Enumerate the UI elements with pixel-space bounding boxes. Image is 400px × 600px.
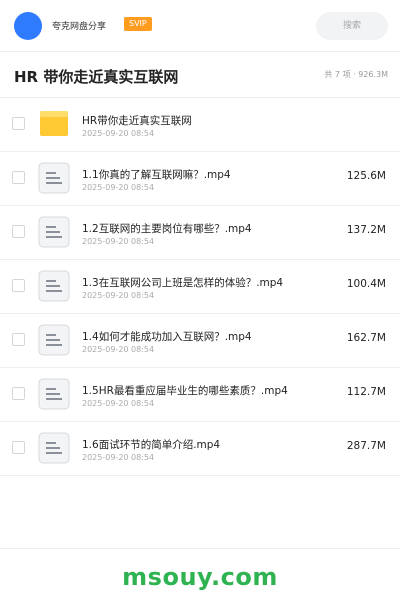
document-icon: [38, 432, 70, 464]
file-size: 125.6M: [346, 170, 386, 182]
file-size: 137.2M: [346, 224, 386, 236]
file-size: 162.7M: [346, 332, 386, 344]
document-icon: [38, 162, 70, 194]
row-checkbox[interactable]: [12, 441, 25, 454]
file-date: 2025-09-20 08:54: [82, 237, 155, 246]
file-row[interactable]: 1.1你真的了解互联网嘛？.mp4 2025-09-20 08:54 125.6…: [0, 152, 400, 206]
file-date: 2025-09-20 08:54: [82, 183, 155, 192]
watermark: msouy.com: [122, 563, 278, 591]
document-icon: [38, 216, 70, 248]
file-row[interactable]: 1.2互联网的主要岗位有哪些？.mp4 2025-09-20 08:54 137…: [0, 206, 400, 260]
file-date: 2025-09-20 08:54: [82, 399, 155, 408]
document-icon: [38, 270, 70, 302]
file-name: 1.6面试环节的简单介绍.mp4: [82, 439, 221, 451]
file-row[interactable]: 1.5HR最看重应届毕业生的哪些素质？.mp4 2025-09-20 08:54…: [0, 368, 400, 422]
row-checkbox[interactable]: [12, 279, 25, 292]
file-date: 2025-09-20 08:54: [82, 291, 155, 300]
file-row-folder[interactable]: HR带你走近真实互联网 2025-09-20 08:54: [0, 98, 400, 152]
top-bar: 夸克网盘分享 SVIP: [0, 0, 400, 52]
file-row[interactable]: 1.4如何才能成功加入互联网？.mp4 2025-09-20 08:54 162…: [0, 314, 400, 368]
file-list: HR带你走近真实互联网 2025-09-20 08:54 1.1你真的了解互联网…: [0, 98, 400, 476]
file-name: 1.2互联网的主要岗位有哪些？.mp4: [82, 223, 252, 235]
folder-icon: [38, 108, 70, 140]
file-size: 100.4M: [346, 278, 386, 290]
document-icon: [38, 378, 70, 410]
row-checkbox[interactable]: [12, 333, 25, 346]
file-name: 1.1你真的了解互联网嘛？.mp4: [82, 169, 231, 181]
file-summary: 共 7 项 · 926.3M: [324, 70, 388, 79]
row-checkbox[interactable]: [12, 117, 25, 130]
row-checkbox[interactable]: [12, 387, 25, 400]
file-date: 2025-09-20 08:54: [82, 345, 155, 354]
svip-badge: SVIP: [124, 17, 152, 31]
site-name: 夸克网盘分享: [52, 22, 107, 32]
file-row[interactable]: 1.3在互联网公司上班是怎样的体验？.mp4 2025-09-20 08:54 …: [0, 260, 400, 314]
footer: msouy.com: [0, 548, 400, 600]
search-input[interactable]: [316, 12, 388, 40]
file-name: HR带你走近真实互联网: [82, 115, 192, 127]
file-date: 2025-09-20 08:54: [82, 129, 155, 138]
file-size: 287.7M: [346, 440, 386, 452]
row-checkbox[interactable]: [12, 171, 25, 184]
file-name: 1.4如何才能成功加入互联网？.mp4: [82, 331, 252, 343]
file-name: 1.5HR最看重应届毕业生的哪些素质？.mp4: [82, 385, 288, 397]
avatar[interactable]: [14, 12, 42, 40]
file-row[interactable]: 1.6面试环节的简单介绍.mp4 2025-09-20 08:54 287.7M: [0, 422, 400, 476]
page-title: HR 带你走近真实互联网: [14, 68, 179, 86]
document-icon: [38, 324, 70, 356]
folder-header: HR 带你走近真实互联网 共 7 项 · 926.3M: [0, 52, 400, 98]
file-name: 1.3在互联网公司上班是怎样的体验？.mp4: [82, 277, 284, 289]
file-size: 112.7M: [346, 386, 386, 398]
file-date: 2025-09-20 08:54: [82, 453, 155, 462]
row-checkbox[interactable]: [12, 225, 25, 238]
